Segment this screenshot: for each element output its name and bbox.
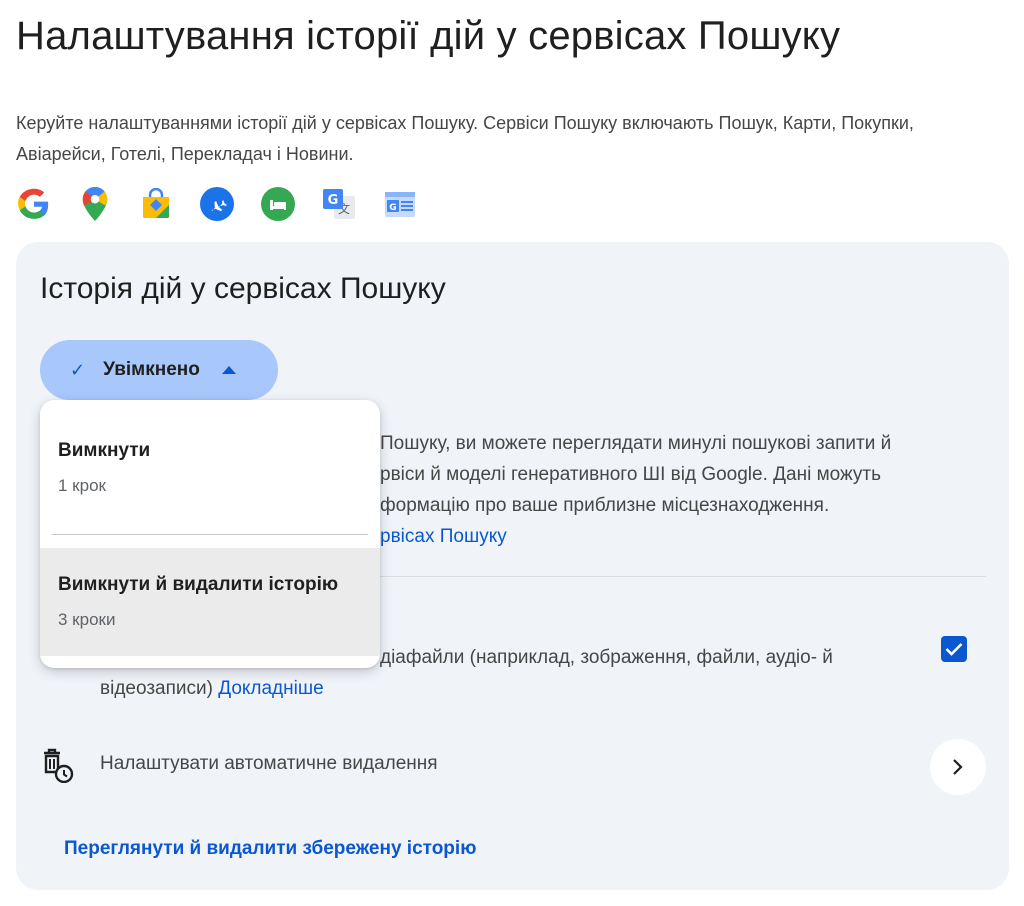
auto-delete-icon	[40, 747, 76, 784]
svg-text:G: G	[328, 193, 339, 208]
maps-icon	[77, 186, 113, 222]
media-line-2: відеозаписи) Докладніше	[100, 678, 324, 699]
hotels-icon	[260, 186, 296, 222]
status-dropdown-menu: Вимкнути 1 крок Вимкнути й видалити істо…	[40, 400, 380, 668]
flights-icon	[199, 186, 235, 222]
checkmark-icon	[945, 643, 963, 656]
google-icon	[16, 186, 52, 222]
menu-item-title: Вимкнути	[58, 440, 151, 461]
manage-history-link[interactable]: Переглянути й видалити збережену історію	[64, 838, 476, 860]
menu-item-title: Вимкнути й видалити історію	[58, 574, 339, 595]
caret-up-icon	[221, 366, 236, 374]
auto-delete-open-button[interactable]	[930, 739, 986, 795]
page-title: Налаштування історії дій у сервісах Пошу…	[16, 14, 841, 58]
learn-more-link[interactable]: рвісах Пошуку	[380, 526, 507, 547]
menu-item-turn-off-delete[interactable]: Вимкнути й видалити історію 3 кроки	[40, 548, 380, 656]
media-learn-more-link[interactable]: Докладніше	[218, 678, 323, 699]
card-title: Історія дій у сервісах Пошуку	[40, 272, 446, 305]
svg-text:G: G	[389, 203, 396, 213]
shopping-icon	[138, 186, 174, 222]
intro-text: Керуйте налаштуваннями історії дій у сер…	[16, 113, 914, 164]
menu-item-subtitle: 1 крок	[58, 476, 106, 495]
status-label: Увімкнено	[103, 359, 200, 380]
check-icon: ✓	[70, 359, 86, 380]
product-icons-row: 文 G G	[16, 186, 443, 222]
news-icon: G	[382, 186, 418, 222]
status-dropdown-button[interactable]: ✓ Увімкнено	[40, 340, 278, 400]
auto-delete-label: Налаштувати автоматичне видалення	[100, 753, 438, 774]
chevron-right-icon	[953, 759, 963, 775]
menu-item-subtitle: 3 кроки	[58, 610, 116, 629]
menu-item-turn-off[interactable]: Вимкнути 1 крок	[40, 440, 380, 540]
media-checkbox[interactable]	[941, 636, 967, 662]
translate-icon: 文 G	[321, 186, 357, 222]
menu-separator	[52, 534, 368, 535]
